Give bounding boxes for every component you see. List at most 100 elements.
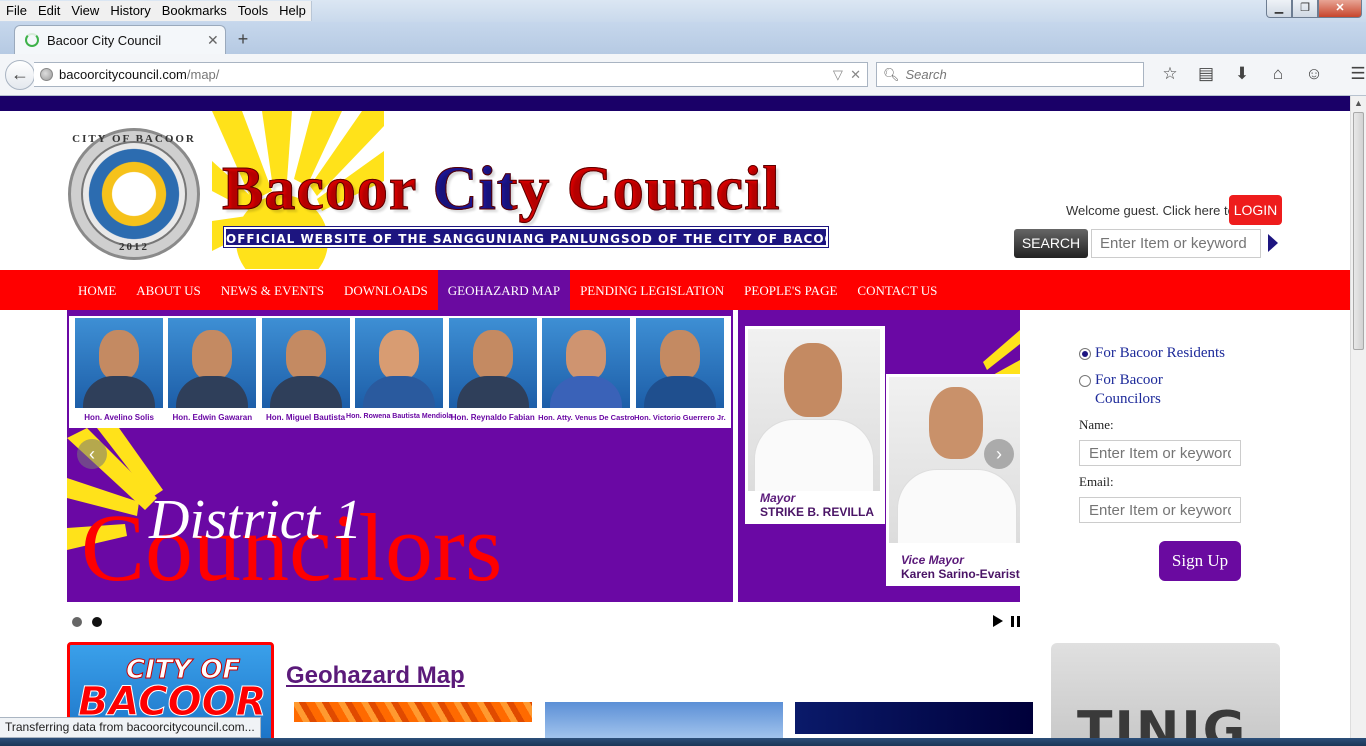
mayor-title: Mayor xyxy=(760,491,796,505)
slide-dot-2[interactable] xyxy=(92,617,102,627)
close-tab-icon[interactable]: ✕ xyxy=(207,32,225,49)
radio-bacoor-councilors[interactable]: For Bacoor Councilors xyxy=(1079,372,1249,409)
nav-news-events[interactable]: NEWS & EVENTS xyxy=(211,270,334,310)
councilor-card: Hon. Avelino Solis xyxy=(73,318,165,426)
radio-unchecked-icon[interactable] xyxy=(1079,375,1091,387)
geohazard-thumbnail-2[interactable] xyxy=(545,702,783,742)
minimize-icon[interactable]: ▁ xyxy=(1266,0,1292,18)
vice-mayor-name: Karen Sarino-Evaristo xyxy=(901,567,1020,581)
nav-downloads[interactable]: DOWNLOADS xyxy=(334,270,438,310)
menu-tools[interactable]: Tools xyxy=(232,1,273,21)
councilor-name: Hon. Rowena Bautista Mendiola xyxy=(346,413,453,420)
radio-bacoor-residents[interactable]: For Bacoor Residents xyxy=(1079,345,1225,362)
radio-checked-icon[interactable] xyxy=(1079,348,1091,360)
home-icon[interactable]: ⌂ xyxy=(1260,64,1296,84)
nav-contact-us[interactable]: CONTACT US xyxy=(847,270,947,310)
url-host: bacoorcitycouncil.com xyxy=(59,67,187,82)
slide-divider xyxy=(733,310,738,602)
councilor-photo xyxy=(261,318,350,408)
mayor-card: Mayor STRIKE B. REVILLA xyxy=(745,326,885,524)
login-button[interactable]: LOGIN xyxy=(1229,195,1282,225)
hamburger-menu-icon[interactable]: ☰ xyxy=(1340,64,1366,84)
councilor-card: Hon. Miguel Bautista xyxy=(259,318,351,426)
slider-next-icon[interactable]: › xyxy=(984,439,1014,469)
site-identity-icon[interactable] xyxy=(40,68,53,81)
web-page: CITY OF BACOOR 2012 Bacoor City Council … xyxy=(0,96,1350,746)
menu-file[interactable]: File xyxy=(0,1,32,21)
radio-label: For Bacoor Residents xyxy=(1095,345,1225,361)
councilor-name: Hon. Victorio Guerrero Jr. xyxy=(634,413,726,422)
councilors-slider[interactable]: Hon. Avelino Solis Hon. Edwin Gawaran Ho… xyxy=(67,310,1020,602)
menu-bar: File Edit View History Bookmarks Tools H… xyxy=(0,1,312,21)
nav-geohazard-map[interactable]: GEOHAZARD MAP xyxy=(437,270,571,310)
site-tagline: OFFICIAL WEBSITE OF THE SANGGUNIANG PANL… xyxy=(223,226,909,248)
site-search-button[interactable]: SEARCH xyxy=(1014,229,1088,258)
menu-history[interactable]: History xyxy=(104,1,155,21)
slide-dot-1[interactable] xyxy=(72,617,82,627)
slider-pagination xyxy=(72,617,112,627)
councilor-card: Hon. Victorio Guerrero Jr. xyxy=(634,318,726,426)
scroll-up-icon[interactable]: ▲ xyxy=(1354,98,1363,108)
slider-prev-icon[interactable]: ‹ xyxy=(77,439,107,469)
geohazard-map-title[interactable]: Geohazard Map xyxy=(286,662,465,690)
name-input[interactable] xyxy=(1079,440,1241,466)
councilor-card: Hon. Reynaldo Fabian xyxy=(447,318,539,426)
nav-pending-legislation[interactable]: PENDING LEGISLATION xyxy=(570,270,734,310)
url-bar[interactable]: bacoorcitycouncil.com/map/ ▽ ✕ xyxy=(34,62,868,87)
councilor-name: Hon. Avelino Solis xyxy=(84,413,154,422)
site-search-input[interactable] xyxy=(1091,229,1261,258)
name-label: Name: xyxy=(1079,417,1114,432)
councilor-card: Hon. Rowena Bautista Mendiola xyxy=(346,318,452,426)
councilor-photo xyxy=(542,318,631,408)
nav-peoples-page[interactable]: PEOPLE'S PAGE xyxy=(734,270,847,310)
download-icon[interactable]: ⬇ xyxy=(1224,64,1260,84)
councilor-photo-strip: Hon. Avelino Solis Hon. Edwin Gawaran Ho… xyxy=(69,316,731,428)
welcome-text: Welcome guest. Click here to xyxy=(1066,203,1235,218)
search-icon: 🔍︎ xyxy=(883,66,900,82)
menu-edit[interactable]: Edit xyxy=(32,1,65,21)
councilor-photo xyxy=(168,318,257,408)
toolbar-icons: ☆ ▤ ⬇ ⌂ ☺ ☰ xyxy=(1152,64,1366,84)
nav-home[interactable]: HOME xyxy=(68,270,126,310)
menu-view[interactable]: View xyxy=(65,1,104,21)
restore-icon[interactable]: ❐ xyxy=(1292,0,1318,18)
scrollbar-thumb[interactable] xyxy=(1353,112,1364,350)
councilor-name: Hon. Reynaldo Fabian xyxy=(450,413,535,422)
radio-label: For Bacoor Councilors xyxy=(1095,372,1163,407)
city-seal-logo[interactable]: CITY OF BACOOR 2012 xyxy=(68,128,200,260)
chat-icon[interactable]: ☺ xyxy=(1296,64,1332,84)
geohazard-thumbnail-3[interactable] xyxy=(795,702,1033,734)
status-bar: Transferring data from bacoorcitycouncil… xyxy=(0,717,261,738)
councilor-photo xyxy=(75,318,164,408)
tinig-banner[interactable]: TINIG xyxy=(1051,643,1280,746)
councilor-name: Hon. Atty. Venus De Castro xyxy=(538,413,635,422)
councilor-card: Hon. Atty. Venus De Castro xyxy=(538,318,635,426)
reading-list-icon[interactable]: ▤ xyxy=(1188,64,1224,84)
tab-bacoor-city-council[interactable]: Bacoor City Council ✕ xyxy=(14,25,226,54)
pause-icon[interactable] xyxy=(1011,616,1020,627)
play-icon[interactable] xyxy=(993,615,1003,627)
tab-strip: Bacoor City Council ✕ + xyxy=(0,22,1366,54)
mayor-name: STRIKE B. REVILLA xyxy=(760,505,875,519)
menu-bookmarks[interactable]: Bookmarks xyxy=(156,1,232,21)
main-navigation: HOME ABOUT US NEWS & EVENTS DOWNLOADS GE… xyxy=(0,270,1350,310)
search-go-arrow-icon[interactable] xyxy=(1268,234,1278,252)
geohazard-thumbnail-1[interactable] xyxy=(294,702,532,722)
page-scrollbar[interactable]: ▲ xyxy=(1350,96,1366,746)
new-tab-icon[interactable]: + xyxy=(232,28,254,50)
nav-about-us[interactable]: ABOUT US xyxy=(126,270,210,310)
browser-search-placeholder: Search xyxy=(905,67,947,82)
back-arrow-icon[interactable]: ← xyxy=(5,60,35,90)
mayor-photo xyxy=(748,329,880,491)
close-window-icon[interactable]: ✕ xyxy=(1318,0,1362,18)
seal-emblem xyxy=(81,141,187,247)
email-input[interactable] xyxy=(1079,497,1241,523)
browser-search-input[interactable]: 🔍︎ Search xyxy=(876,62,1144,87)
councilor-photo xyxy=(635,318,724,408)
url-dropdown-and-stop-icons[interactable]: ▽ ✕ xyxy=(833,67,861,83)
bookmark-star-icon[interactable]: ☆ xyxy=(1152,64,1188,84)
sign-up-button[interactable]: Sign Up xyxy=(1159,541,1241,581)
menu-help[interactable]: Help xyxy=(273,1,311,21)
navigation-toolbar: ← bacoorcitycouncil.com/map/ ▽ ✕ 🔍︎ Sear… xyxy=(0,54,1366,96)
url-path: /map/ xyxy=(186,67,220,82)
